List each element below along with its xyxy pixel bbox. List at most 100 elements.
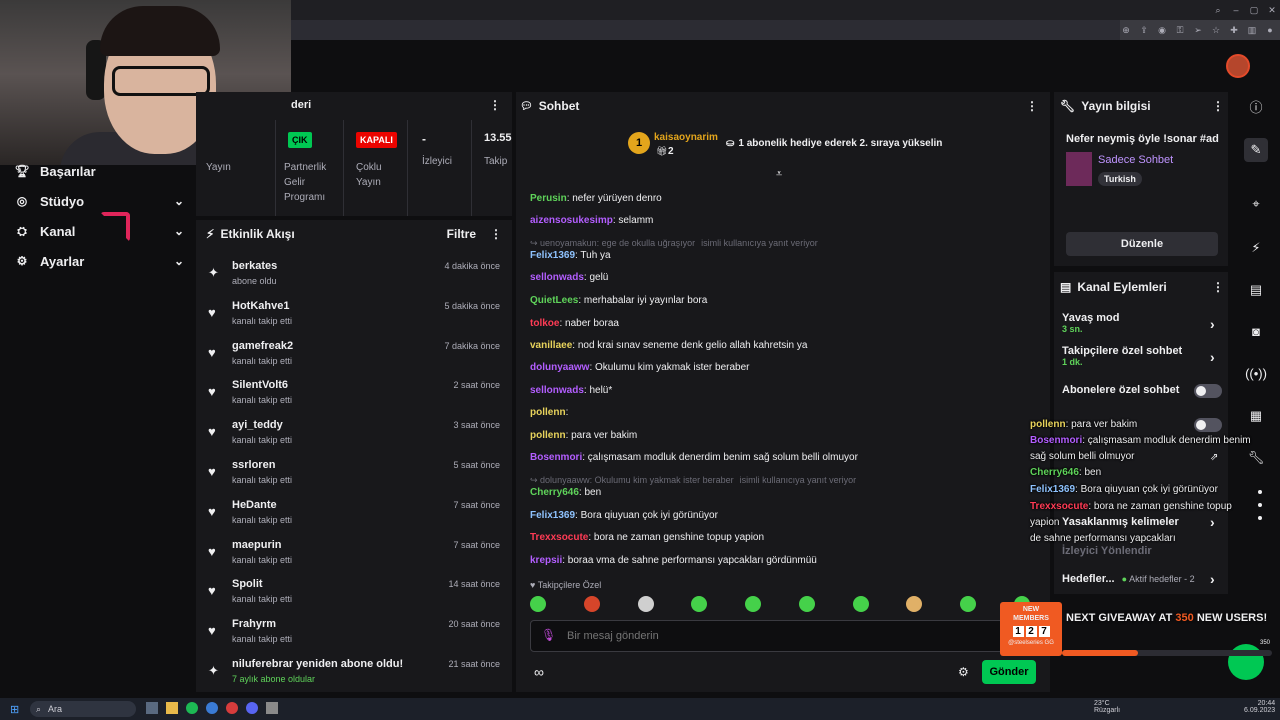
sidebar-item-channel[interactable]: ⛭ Kanal ⌄ — [14, 220, 184, 242]
camera-icon[interactable]: ◉ — [1156, 24, 1168, 36]
activity-user[interactable]: ayi_teddy — [232, 419, 283, 431]
chat-username[interactable]: Felix1369 — [530, 510, 575, 521]
emote-icon[interactable] — [637, 596, 654, 612]
chat-username[interactable]: vanillaee — [530, 340, 572, 351]
kebab-icon[interactable]: ⋮ — [1212, 99, 1224, 113]
emote-icon[interactable] — [583, 596, 600, 612]
chat-username[interactable]: Felix1369 — [530, 250, 575, 261]
activity-user[interactable]: ssrloren — [232, 459, 275, 471]
chat-username[interactable]: Perusin — [530, 193, 567, 204]
document-icon[interactable]: ▤ — [1244, 278, 1268, 302]
activity-user[interactable]: berkates — [232, 260, 277, 272]
sidebar-item-studio[interactable]: ◎ Stüdyo ⌄ — [14, 190, 184, 212]
star-icon[interactable]: ☆ — [1210, 24, 1222, 36]
chat-username[interactable]: aizensosukesimp — [530, 215, 613, 226]
activity-item[interactable]: ✦ berkates abone oldu 4 dakika önce — [206, 260, 502, 300]
chat-username[interactable]: QuietLees — [530, 295, 578, 306]
layout-icon[interactable]: ▦ — [1244, 404, 1268, 428]
raid-row[interactable]: İzleyici Yönlendir — [1062, 545, 1222, 557]
zoom-icon[interactable]: ⊕ — [1120, 24, 1132, 36]
lightning-icon[interactable]: ⚡︎ — [1244, 236, 1268, 260]
profile-icon[interactable]: ● — [1264, 24, 1276, 36]
activity-item[interactable]: ♥ maepurin kanalı takip etti 7 saat önce — [206, 539, 502, 579]
activity-user[interactable]: gamefreak2 — [232, 340, 293, 352]
chat-username[interactable]: sellonwads — [530, 385, 584, 396]
emote-icon[interactable] — [960, 596, 977, 612]
info-icon[interactable]: ⓘ — [1244, 96, 1268, 120]
spotify-icon[interactable] — [186, 702, 198, 714]
chat-message[interactable]: Trexxsocute: bora ne zaman genshine topu… — [530, 531, 1020, 545]
popout-icon[interactable]: ⇗ — [1210, 452, 1218, 463]
emote-icon[interactable] — [906, 596, 923, 612]
minimize-icon[interactable]: – — [1230, 4, 1242, 16]
subscribers-only-row[interactable]: Abonelere özel sohbet — [1062, 384, 1222, 398]
target-icon[interactable]: ⌖ — [1244, 192, 1268, 216]
leaderboard-prompt[interactable]: ⛀ 1 abonelik hediye ederek 2. sıraya yüks… — [726, 138, 942, 149]
channel-points-icon[interactable]: ∞ — [534, 664, 544, 680]
chat-message[interactable]: vanillaee: nod krai sınav seneme denk ge… — [530, 339, 1020, 353]
chat-message[interactable]: pollenn: — [530, 406, 1020, 420]
app-icon[interactable] — [266, 702, 278, 714]
subscribers-only-toggle[interactable] — [1194, 384, 1222, 398]
emote-icon[interactable] — [530, 596, 546, 612]
chat-username[interactable]: pollenn — [530, 407, 566, 418]
emote-icon[interactable] — [852, 596, 869, 612]
chat-message[interactable]: pollenn: para ver bakim — [530, 429, 1020, 443]
chat-message[interactable]: QuietLees: merhabalar iyi yayınlar bora — [530, 294, 1020, 308]
chat-message[interactable]: Perusin: nefer yürüyen denro — [530, 192, 1020, 206]
chat-message[interactable]: aizensosukesimp: selamm — [530, 214, 1020, 228]
activity-user[interactable]: SilentVolt6 — [232, 379, 288, 391]
category-link[interactable]: Sadece Sohbet — [1098, 154, 1173, 166]
emote-icon[interactable] — [798, 596, 815, 612]
avatar[interactable] — [1226, 54, 1250, 78]
send-button[interactable]: Gönder — [982, 660, 1036, 684]
chat-message[interactable]: Felix1369: Tuh ya — [530, 249, 1020, 263]
file-explorer-icon[interactable] — [166, 702, 178, 714]
kebab-icon[interactable]: ⋮ — [1026, 99, 1038, 113]
activity-item[interactable]: ♥ Frahyrm kanalı takip etti 20 saat önce — [206, 618, 502, 658]
taskbar-search[interactable]: ⌕ Ara — [30, 701, 136, 717]
chat-username[interactable]: pollenn — [530, 430, 566, 441]
discord-icon[interactable] — [246, 702, 258, 714]
pencil-icon[interactable]: ✎ — [1244, 138, 1268, 162]
activity-user[interactable]: HeDante — [232, 499, 277, 511]
emote-icon[interactable] — [745, 596, 762, 612]
address-bar[interactable] — [290, 20, 1120, 40]
chat-username[interactable]: krepsii — [530, 555, 562, 566]
kebab-icon[interactable]: ⋮ — [490, 227, 502, 241]
kebab-icon[interactable]: ⋮ — [489, 98, 501, 112]
banned-words-row[interactable]: Yasaklanmış kelimeler › — [1062, 514, 1222, 530]
maximize-icon[interactable]: ▢ — [1248, 4, 1260, 16]
edit-button[interactable]: Düzenle — [1066, 232, 1218, 256]
key-icon[interactable]: ⚿ — [1174, 24, 1186, 36]
search-icon[interactable]: ⌕ — [1212, 4, 1224, 16]
clock[interactable]: 20:44 6.09.2023 — [1244, 700, 1275, 714]
chat-bubble-icon[interactable]: ◙ — [1244, 320, 1268, 344]
opera-icon[interactable] — [226, 702, 238, 714]
broadcast-icon[interactable]: ((•)) — [1244, 362, 1268, 386]
chat-input-box[interactable]: 🎙︎ — [530, 620, 1036, 652]
goals-row[interactable]: Hedefler... ● Aktif hedefler - 2 › — [1062, 571, 1222, 587]
filter-button[interactable]: Filtre — [447, 227, 476, 241]
chat-username[interactable]: dolunyaaww — [530, 362, 589, 373]
windows-start-icon[interactable]: ⊞ — [10, 703, 19, 716]
sidebar-item-achievements[interactable]: 🏆︎ Başarılar — [14, 160, 184, 182]
activity-item[interactable]: ♥ gamefreak2 kanalı takip etti 7 dakika önc… — [206, 340, 502, 380]
chat-message[interactable]: sellonwads: gelü — [530, 271, 1020, 285]
kebab-icon[interactable]: ⋮ — [1212, 280, 1224, 294]
tag-pill[interactable]: Turkish — [1098, 172, 1142, 186]
activity-item[interactable]: ♥ HeDante kanalı takip etti 7 saat önce — [206, 499, 502, 539]
sidebar-icon[interactable]: ▥ — [1246, 24, 1258, 36]
activity-user[interactable]: niluferebrar yeniden abone oldu! — [232, 658, 403, 670]
task-view-icon[interactable] — [146, 702, 158, 714]
activity-item[interactable]: ✦ niluferebrar yeniden abone oldu! 7 aylık… — [206, 658, 502, 698]
chat-username[interactable]: tolkoe — [530, 318, 559, 329]
emote-only-toggle[interactable] — [1194, 418, 1222, 432]
chat-message[interactable]: dolunyaaww: Okulumu kim yakmak ister ber… — [530, 361, 1020, 375]
chat-username[interactable]: sellonwads — [530, 272, 584, 283]
weather-widget[interactable]: 23°C Rüzgarlı — [1094, 700, 1120, 714]
activity-item[interactable]: ♥ Spolit kanalı takip etti 14 saat önce — [206, 578, 502, 618]
gear-icon[interactable]: ⚙ — [958, 665, 969, 679]
slow-mode-row[interactable]: Yavaş mod 3 sn. › — [1062, 312, 1222, 334]
activity-item[interactable]: ♥ HotKahve1 kanalı takip etti 5 dakika önce — [206, 300, 502, 340]
